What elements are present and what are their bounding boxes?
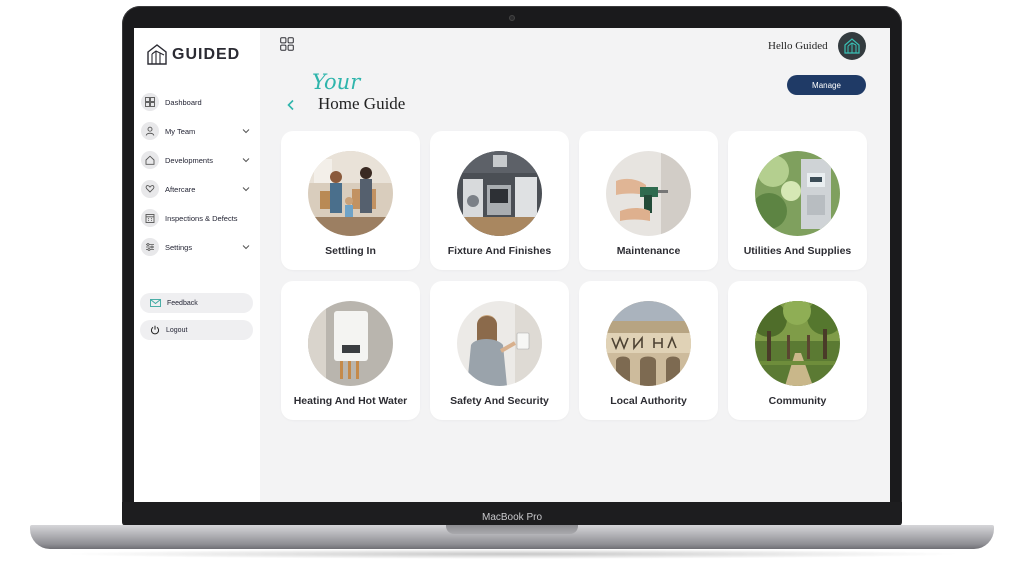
chevron-down-icon[interactable] xyxy=(242,127,250,135)
heart-hand-icon xyxy=(141,180,159,198)
title-script: Your xyxy=(312,70,361,94)
guide-card-settling-in[interactable]: Settling In xyxy=(281,131,420,270)
calendar-icon xyxy=(141,209,159,227)
sidebar-item-my-team[interactable]: My Team xyxy=(140,117,256,145)
card-image xyxy=(308,301,393,386)
guided-logo-icon xyxy=(147,44,167,65)
avatar[interactable] xyxy=(838,32,866,60)
sidebar-item-developments[interactable]: Developments xyxy=(140,146,256,174)
sidebar-item-label: Settings xyxy=(165,242,193,252)
chevron-down-icon[interactable] xyxy=(242,243,250,251)
greeting-text: Hello Guided xyxy=(768,40,828,52)
manage-button[interactable]: Manage xyxy=(787,75,866,95)
back-chevron-icon[interactable] xyxy=(286,99,296,111)
sidebar-item-inspections-defects[interactable]: Inspections & Defects xyxy=(140,204,256,232)
sidebar-item-aftercare[interactable]: Aftercare xyxy=(140,175,256,203)
card-label: Fixture And Finishes xyxy=(447,245,552,257)
sidebar-item-dashboard[interactable]: Dashboard xyxy=(140,88,256,116)
card-label: Maintenance xyxy=(616,245,681,257)
card-label: Local Authority xyxy=(610,395,687,407)
device-label: MacBook Pro xyxy=(481,512,543,523)
home-icon xyxy=(141,151,159,169)
guide-card-fixture-and-finishes[interactable]: Fixture And Finishes xyxy=(430,131,569,270)
sidebar-item-label: Developments xyxy=(165,155,213,165)
dashboard-icon xyxy=(141,93,159,111)
page-title: Home Guide xyxy=(318,94,406,113)
sidebar-item-label: My Team xyxy=(165,126,196,136)
sidebar: GUIDED Dashboard My Team Developments Af… xyxy=(134,28,260,502)
card-image xyxy=(606,301,691,386)
user-avatar-icon xyxy=(844,38,860,54)
card-label: Safety And Security xyxy=(450,395,549,407)
guide-card-heating-and-hot-water[interactable]: Heating And Hot Water xyxy=(281,281,420,420)
power-icon xyxy=(150,325,160,335)
sliders-icon xyxy=(141,238,159,256)
feedback-label: Feedback xyxy=(167,299,198,307)
sidebar-nav: Dashboard My Team Developments Aftercare… xyxy=(140,88,256,262)
chevron-down-icon[interactable] xyxy=(242,185,250,193)
apps-grid-icon[interactable] xyxy=(280,37,294,51)
sidebar-item-label: Dashboard xyxy=(165,97,202,107)
camera-dot xyxy=(509,15,515,21)
card-image xyxy=(755,151,840,236)
card-image xyxy=(606,151,691,236)
feedback-button[interactable]: Feedback xyxy=(140,293,253,313)
card-label: Utilities And Supplies xyxy=(743,245,852,257)
guide-card-community[interactable]: Community xyxy=(728,281,867,420)
card-label: Settling In xyxy=(325,245,376,257)
logout-label: Logout xyxy=(166,326,188,334)
card-image xyxy=(308,151,393,236)
feedback-icon xyxy=(150,298,161,307)
sidebar-item-settings[interactable]: Settings xyxy=(140,233,256,261)
chevron-down-icon[interactable] xyxy=(242,156,250,164)
guide-card-local-authority[interactable]: Local Authority xyxy=(579,281,718,420)
card-label: Community xyxy=(768,395,827,407)
person-icon xyxy=(141,122,159,140)
laptop-notch xyxy=(446,525,578,534)
guide-card-utilities-and-supplies[interactable]: Utilities And Supplies xyxy=(728,131,867,270)
sidebar-item-label: Aftercare xyxy=(165,184,196,194)
guide-card-maintenance[interactable]: Maintenance xyxy=(579,131,718,270)
card-label: Heating And Hot Water xyxy=(293,395,408,407)
card-image xyxy=(457,301,542,386)
card-image xyxy=(457,151,542,236)
sidebar-item-label: Inspections & Defects xyxy=(165,213,238,223)
app-screen: GUIDED Dashboard My Team Developments Af… xyxy=(134,28,890,502)
logout-button[interactable]: Logout xyxy=(140,320,253,340)
guide-card-safety-and-security[interactable]: Safety And Security xyxy=(430,281,569,420)
base-shadow xyxy=(60,549,964,559)
logo[interactable]: GUIDED xyxy=(146,43,240,67)
logo-text: GUIDED xyxy=(172,46,241,63)
card-image xyxy=(755,301,840,386)
